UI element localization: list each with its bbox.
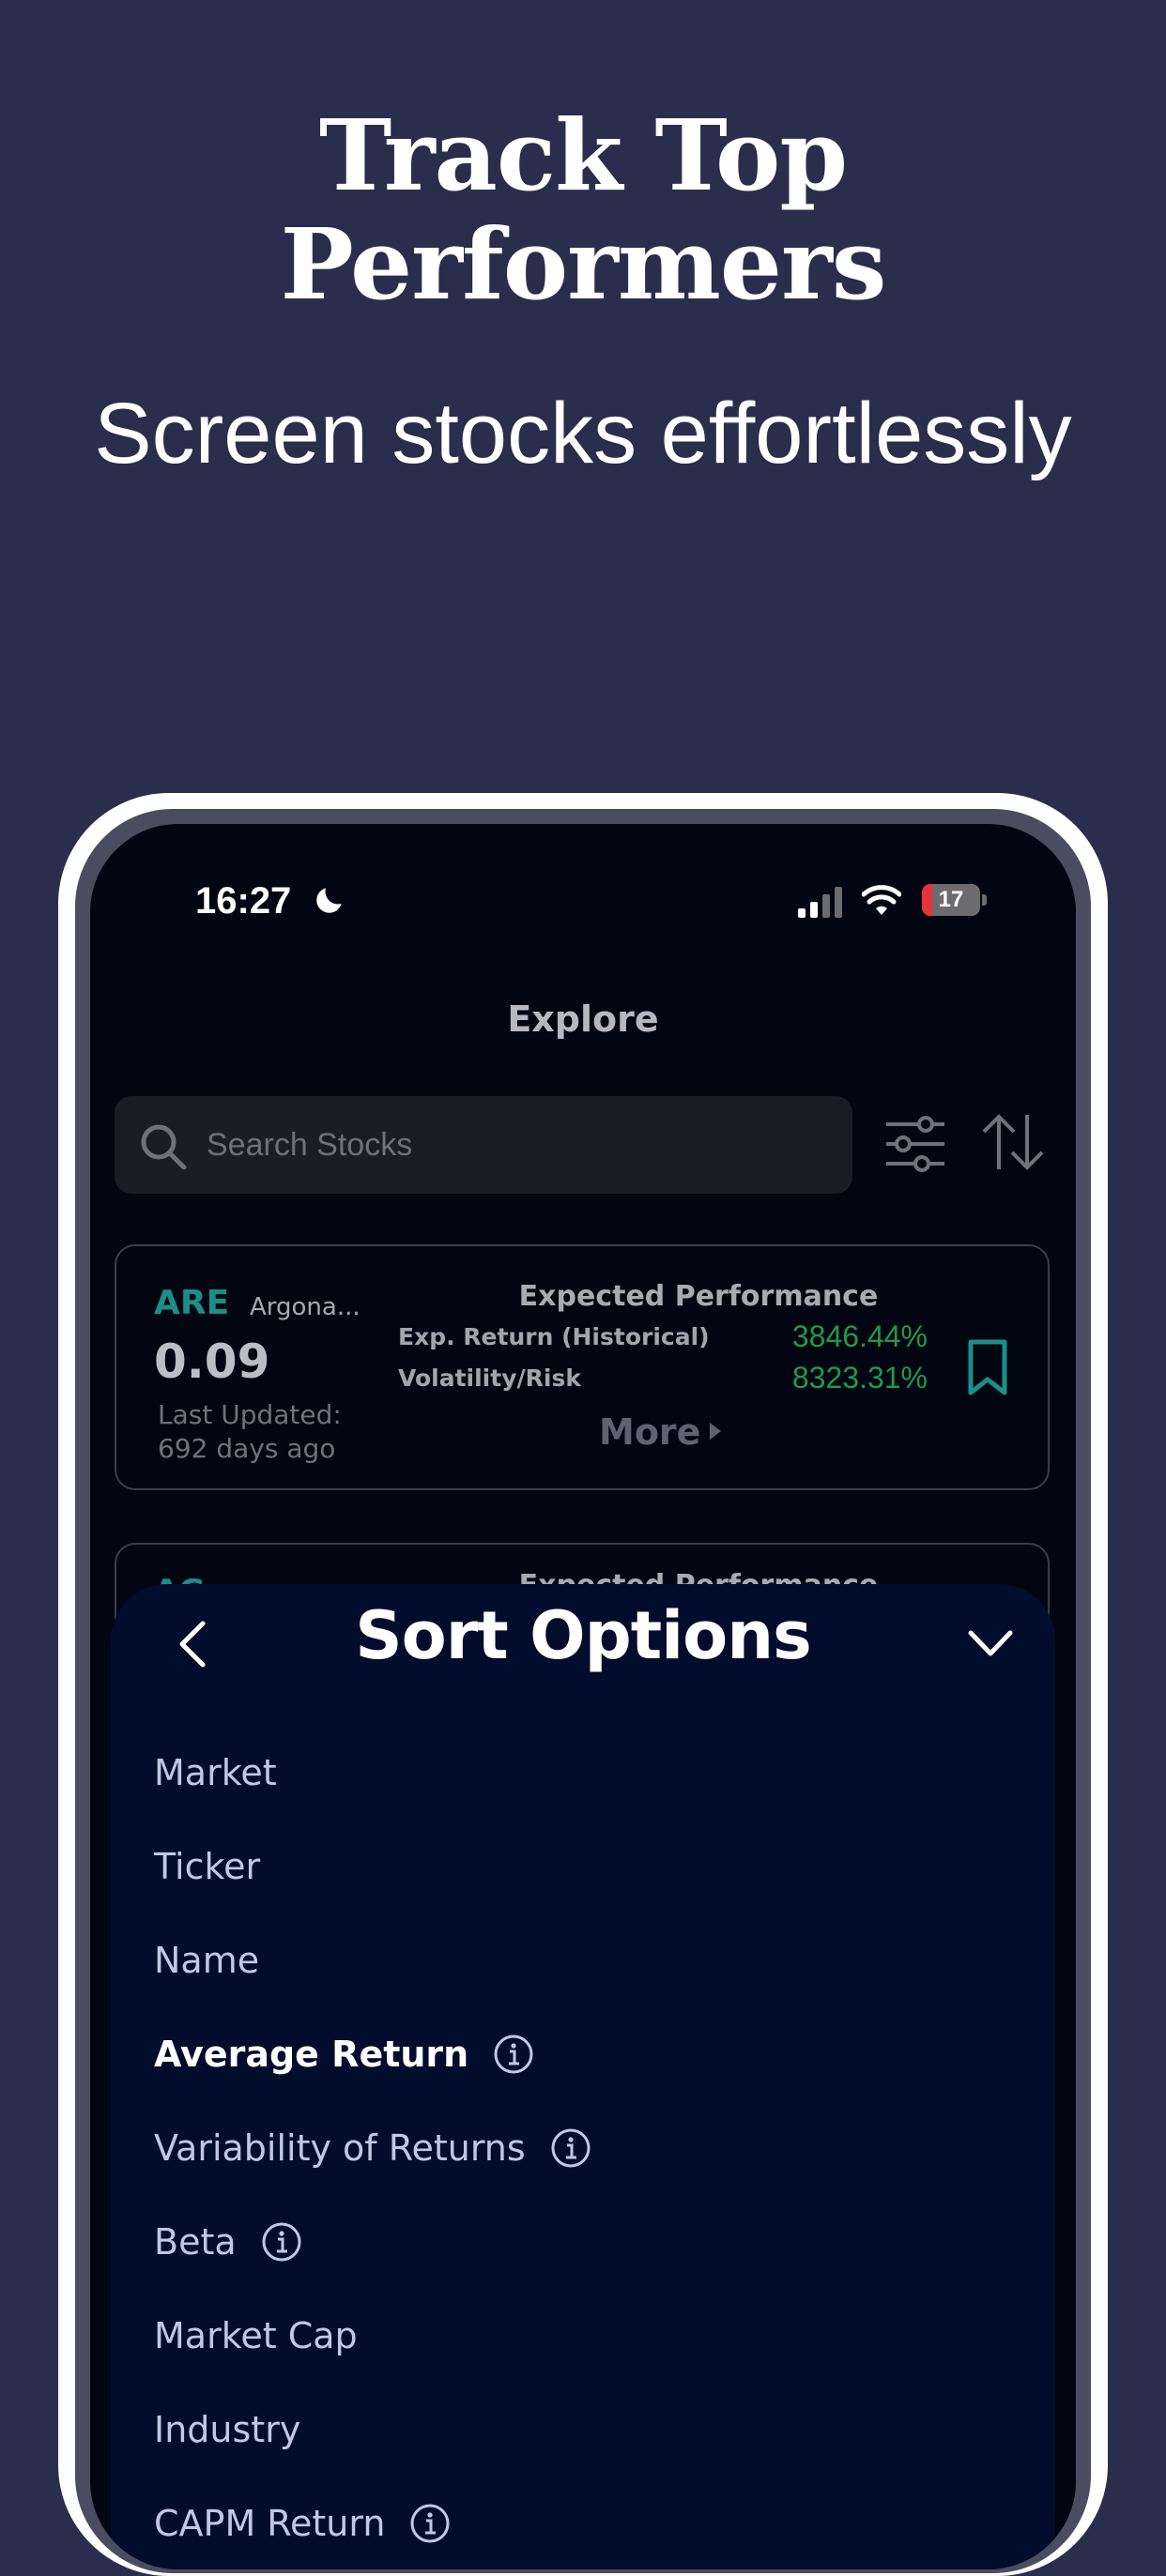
battery-body: 17 [922,884,980,916]
hero-subtitle-text: Screen stocks effortlessly [94,386,1072,481]
caret-right-icon [710,1423,721,1440]
sort-option-label: Variability of Returns [154,2126,526,2169]
sort-option-label: Market [154,1751,277,1793]
sort-option[interactable]: Industry [154,2401,300,2453]
stock-price: 0.09 [154,1334,270,1389]
sort-option-label: Name [154,1939,260,1981]
chevron-down-icon[interactable] [967,1627,1014,1659]
info-icon[interactable] [261,2221,302,2263]
metric-value: 3846.44% [791,1319,928,1353]
sort-icon[interactable] [978,1111,1048,1173]
battery-indicator: 17 [922,884,988,916]
company-name: Argona... [250,1293,361,1321]
sort-option-label: Market Cap [154,2314,358,2356]
sort-option[interactable]: Variability of Returns [154,2119,591,2172]
bookmark-icon[interactable] [967,1338,1008,1396]
sort-option[interactable]: Market Cap [154,2307,358,2359]
battery-cap [982,894,987,906]
sort-option-label: Average Return [154,2033,469,2075]
performance-title: Expected Performance [518,1280,879,1313]
status-time: 16:27 [195,880,292,922]
search-input[interactable] [207,1096,826,1194]
search-icon [141,1124,187,1170]
metric-label: Exp. Return (Historical) [398,1323,710,1350]
info-icon[interactable] [409,2503,451,2544]
sort-options-sheet: Sort Options Market Ticker Name Average Ret… [111,1584,1055,2569]
last-updated: Last Updated: 692 days ago [158,1398,374,1466]
last-updated-value: 692 days ago [158,1433,336,1464]
battery-level: 17 [938,887,964,912]
metric-value: 8323.31% [791,1361,928,1395]
sort-option[interactable]: Market [154,1744,277,1796]
hero-title-text: Track Top Performers [280,98,887,322]
sort-option[interactable]: Name [154,1931,259,1984]
hero-title: Track Top Performers [0,101,1166,319]
page-title: Explore [507,998,659,1040]
wifi-icon [862,885,901,915]
sort-option-label: Ticker [154,1845,261,1887]
sort-option[interactable]: Average Return [154,2025,534,2078]
stock-card[interactable]: ARE Argona... 0.09 Last Updated: 692 day… [115,1244,1050,1490]
sort-option-label: Industry [154,2408,301,2450]
phone-screen: 16:27 17 Explore Search Stocks ARE Argon… [90,824,1076,2569]
last-updated-label: Last Updated: [158,1399,342,1430]
sort-option[interactable]: Beta [154,2213,302,2265]
metric-label: Volatility/Risk [398,1364,581,1392]
more-link[interactable]: More [599,1411,700,1453]
signal-icon [798,887,842,918]
sort-option-label: CAPM Return [154,2502,386,2544]
info-icon[interactable] [493,2034,534,2075]
sort-option[interactable]: CAPM Return [154,2494,451,2547]
sort-option[interactable]: Ticker [154,1837,260,1890]
hero-subtitle: Screen stocks effortlessly [0,383,1166,484]
search-box[interactable] [115,1096,852,1194]
sheet-title: Sort Options [355,1597,812,1674]
sort-option-label: Beta [154,2220,237,2263]
stock-ticker: ARE [154,1284,230,1322]
moon-icon [316,888,342,913]
info-icon[interactable] [550,2127,591,2169]
filter-icon[interactable] [884,1115,946,1173]
